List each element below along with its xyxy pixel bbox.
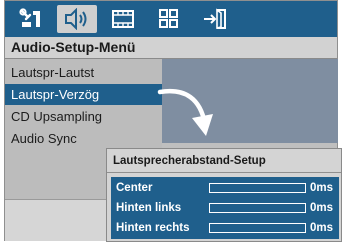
setting-row-rear-left: Hinten links 0ms: [111, 198, 339, 218]
setting-row-center: Center 0ms: [111, 178, 339, 198]
setting-label: Center: [116, 182, 153, 194]
arrow-icon: [157, 88, 213, 136]
tab-exit[interactable]: [195, 5, 235, 33]
setting-label: Hinten rechts: [116, 222, 190, 234]
exit-icon: [202, 8, 228, 30]
setting-value: 0ms: [310, 202, 334, 214]
grid-icon: [157, 8, 181, 30]
dialog-title: Lautsprecherabstand-Setup: [107, 149, 341, 173]
setting-row-rear-right: Hinten rechts 0ms: [111, 218, 339, 238]
menu-item-audio-sync[interactable]: Audio Sync: [5, 128, 162, 149]
setting-value: 0ms: [310, 222, 334, 234]
tab-preferences[interactable]: [149, 5, 189, 33]
tab-audio-settings[interactable]: [57, 5, 97, 33]
setting-label: Hinten links: [116, 202, 182, 214]
menu-item-speaker-volume[interactable]: Lautspr-Lautst: [5, 62, 162, 83]
tab-bar: [5, 1, 337, 37]
delay-slider[interactable]: [209, 223, 306, 233]
speaker-icon: [63, 8, 91, 30]
menu-item-speaker-delay[interactable]: Lautspr-Verzög: [5, 84, 162, 105]
setting-value: 0ms: [310, 182, 334, 194]
speaker-distance-dialog: Lautsprecherabstand-Setup Center 0ms Hin…: [106, 148, 342, 242]
settings-icon: [19, 8, 43, 30]
menu-title: Audio-Setup-Menü: [5, 37, 337, 59]
dialog-body: Center 0ms Hinten links 0ms Hinten recht…: [111, 177, 339, 239]
menu-item-cd-upsampling[interactable]: CD Upsampling: [5, 106, 162, 127]
tab-general-settings[interactable]: [11, 5, 51, 33]
film-icon: [111, 8, 135, 30]
delay-slider[interactable]: [209, 203, 306, 213]
delay-slider[interactable]: [209, 183, 306, 193]
tab-video-settings[interactable]: [103, 5, 143, 33]
